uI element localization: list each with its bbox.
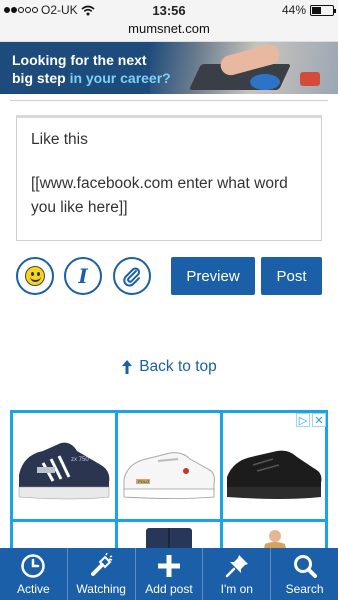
nav-im-on-label: I'm on (220, 582, 253, 596)
ad-product-sneaker-white[interactable]: POLO (118, 413, 220, 519)
battery-percent: 44% (281, 3, 306, 17)
ad-product-sneaker-black[interactable] (223, 413, 325, 519)
ad-product-blank[interactable] (13, 522, 115, 550)
nav-watching[interactable]: Watching (68, 548, 136, 600)
svg-text:zx 750: zx 750 (71, 457, 89, 463)
nav-watching-label: Watching (76, 582, 126, 596)
adchoices-icon[interactable]: ▷ (296, 413, 310, 427)
pin-icon (225, 555, 248, 578)
nav-im-on[interactable]: I'm on (203, 548, 272, 600)
flashlight-icon (91, 553, 113, 576)
nav-search-label: Search (285, 582, 324, 596)
ad-product-shorts[interactable] (118, 522, 220, 550)
address-bar[interactable]: mumsnet.com (0, 20, 338, 42)
clock-icon (21, 554, 46, 578)
nav-search[interactable]: Search (271, 548, 338, 600)
career-banner-ad[interactable]: Looking for the next big step in your ca… (0, 42, 338, 94)
banner-object-image (300, 72, 320, 86)
dress-image (263, 530, 287, 550)
nav-add-post-label: Add post (145, 582, 193, 596)
back-to-top-link[interactable]: Back to top (0, 358, 338, 376)
post-button[interactable]: Post (261, 257, 322, 295)
bottom-nav: Active Watching Add post I'm on Search (0, 548, 338, 600)
sneaker-black-image (227, 450, 322, 499)
nav-add-post[interactable]: Add post (136, 548, 204, 600)
banner-line-2: big step in your career? (12, 70, 171, 86)
address-url: mumsnet.com (128, 21, 210, 36)
status-bar: O2-UK 13:56 44% (0, 0, 338, 20)
ad-product-dress[interactable] (223, 522, 325, 550)
close-icon[interactable]: ✕ (312, 413, 326, 427)
paperclip-icon (123, 267, 141, 287)
banner-cup-image (250, 74, 280, 90)
back-to-top-label: Back to top (139, 358, 217, 375)
italic-button[interactable]: I (64, 257, 102, 295)
svg-text:POLO: POLO (138, 479, 149, 484)
divider (10, 100, 328, 101)
attach-button[interactable] (113, 257, 151, 295)
banner-line-1: Looking for the next (12, 52, 147, 68)
post-line-1: Like this (31, 131, 88, 148)
arrow-up-icon (122, 360, 133, 374)
shorts-image (146, 528, 192, 550)
nav-active[interactable]: Active (0, 548, 68, 600)
product-ad[interactable]: ▷ ✕ zx 750 POLO (10, 410, 328, 550)
nav-active-label: Active (17, 582, 50, 596)
post-textarea[interactable]: Like this [[www.facebook.com enter what … (16, 115, 322, 241)
smiley-icon (25, 266, 45, 286)
italic-icon: I (78, 264, 88, 288)
search-icon (293, 555, 317, 578)
battery-icon (310, 4, 336, 16)
emoji-button[interactable] (16, 257, 54, 295)
preview-button[interactable]: Preview (171, 257, 255, 295)
plus-icon (157, 555, 180, 577)
sneaker-white-image: POLO (123, 452, 215, 499)
ad-product-sneaker-navy[interactable]: zx 750 (13, 413, 115, 519)
post-line-2: [[www.facebook.com enter what word you l… (31, 175, 288, 216)
banner-text: Looking for the next big step in your ca… (12, 51, 171, 87)
sneaker-navy-image: zx 750 (18, 442, 110, 500)
ad-choices[interactable]: ▷ ✕ (296, 413, 326, 427)
